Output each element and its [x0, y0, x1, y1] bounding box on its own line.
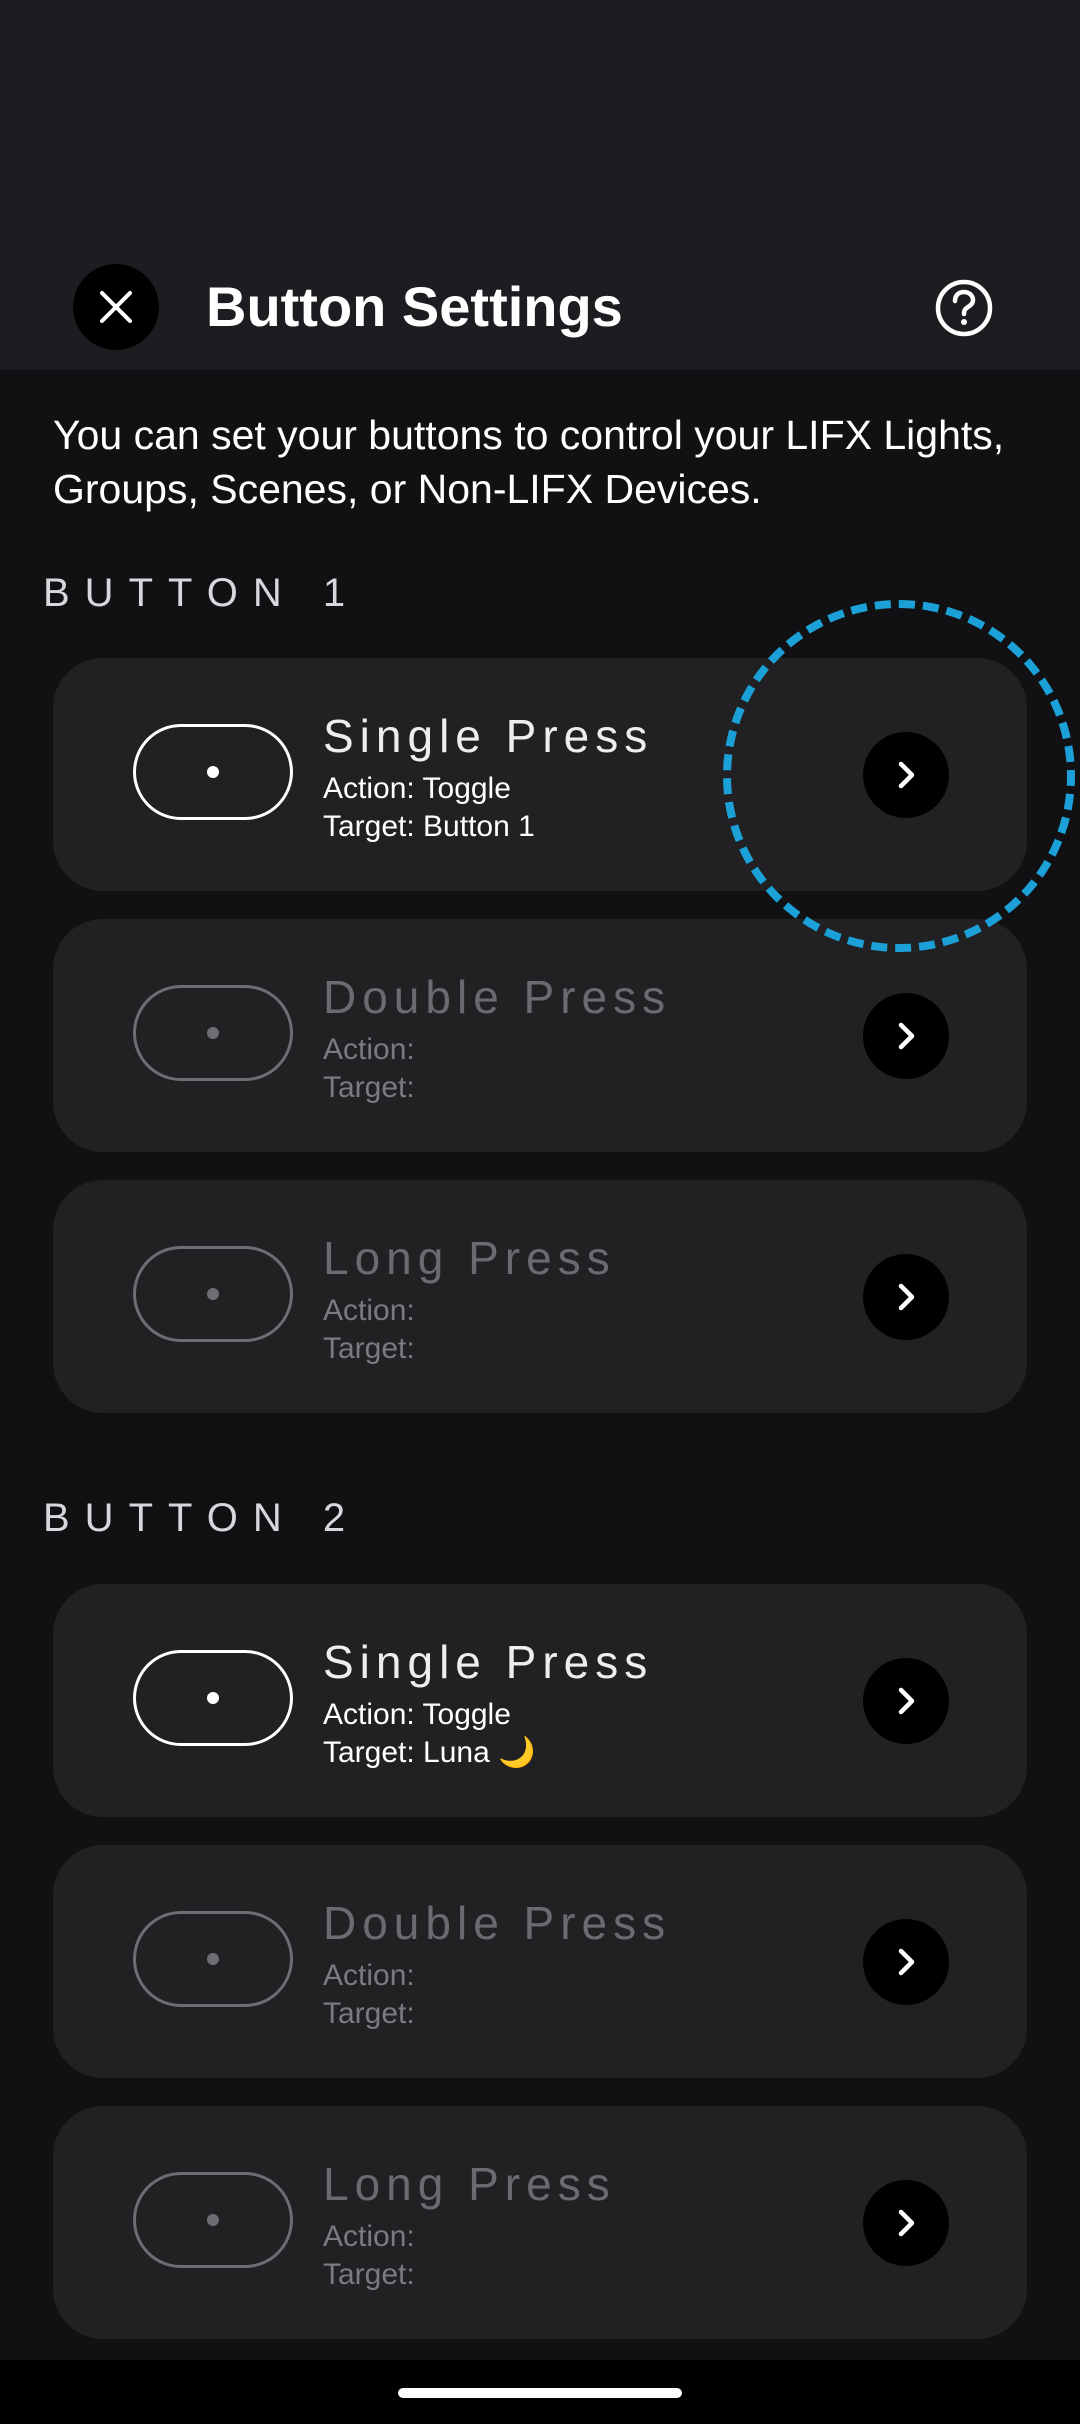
card-button-1-single-press[interactable]: Single Press Action: Toggle Target: Butt…	[53, 658, 1027, 891]
section-title-button-2: BUTTON 2	[43, 1496, 361, 1540]
card-action: Action: Toggle	[323, 772, 511, 805]
card-title: Double Press	[323, 1897, 672, 1949]
card-target: Target:	[323, 1332, 415, 1365]
card-target: Target: Luna 🌙	[323, 1736, 536, 1769]
chevron-right-icon	[898, 1022, 915, 1050]
chevron-button[interactable]	[863, 732, 949, 818]
chevron-right-icon	[898, 1948, 915, 1976]
card-action: Action:	[323, 1294, 415, 1327]
card-action: Action:	[323, 2220, 415, 2253]
home-indicator[interactable]	[398, 2388, 682, 2398]
status-bar-area	[0, 0, 1080, 240]
card-action: Action:	[323, 1033, 415, 1066]
close-button[interactable]	[73, 264, 159, 350]
close-icon	[100, 291, 132, 323]
card-action: Action: Toggle	[323, 1698, 511, 1731]
card-title: Long Press	[323, 1232, 616, 1284]
card-title: Single Press	[323, 710, 654, 762]
card-button-1-long-press[interactable]: Long Press Action: Target:	[53, 1180, 1027, 1413]
card-title: Long Press	[323, 2158, 616, 2210]
chevron-button[interactable]	[863, 993, 949, 1079]
card-title: Double Press	[323, 971, 672, 1023]
chevron-right-icon	[898, 1283, 915, 1311]
button-pill-icon	[133, 2172, 293, 2268]
button-pill-icon	[133, 1246, 293, 1342]
chevron-right-icon	[898, 761, 915, 789]
card-button-2-long-press[interactable]: Long Press Action: Target:	[53, 2106, 1027, 2339]
card-title: Single Press	[323, 1636, 654, 1688]
chevron-button[interactable]	[863, 1919, 949, 2005]
help-button[interactable]	[934, 278, 994, 338]
card-target: Target:	[323, 2258, 415, 2291]
section-title-button-1: BUTTON 1	[43, 571, 361, 615]
chevron-button[interactable]	[863, 1658, 949, 1744]
card-target: Target:	[323, 1071, 415, 1104]
chevron-right-icon	[898, 2209, 915, 2237]
chevron-button[interactable]	[863, 2180, 949, 2266]
intro-text: You can set your buttons to control your…	[53, 412, 1005, 512]
card-action: Action:	[323, 1959, 415, 1992]
button-pill-icon	[133, 1650, 293, 1746]
card-button-2-double-press[interactable]: Double Press Action: Target:	[53, 1845, 1027, 2078]
button-pill-icon	[133, 985, 293, 1081]
button-pill-icon	[133, 1911, 293, 2007]
help-circle-icon	[935, 279, 993, 337]
chevron-right-icon	[898, 1687, 915, 1715]
card-button-2-single-press[interactable]: Single Press Action: Toggle Target: Luna…	[53, 1584, 1027, 1817]
page-title: Button Settings	[206, 275, 623, 338]
button-pill-icon	[133, 724, 293, 820]
card-target: Target: Button 1	[323, 810, 535, 843]
card-button-1-double-press[interactable]: Double Press Action: Target:	[53, 919, 1027, 1152]
card-target: Target:	[323, 1997, 415, 2030]
chevron-button[interactable]	[863, 1254, 949, 1340]
